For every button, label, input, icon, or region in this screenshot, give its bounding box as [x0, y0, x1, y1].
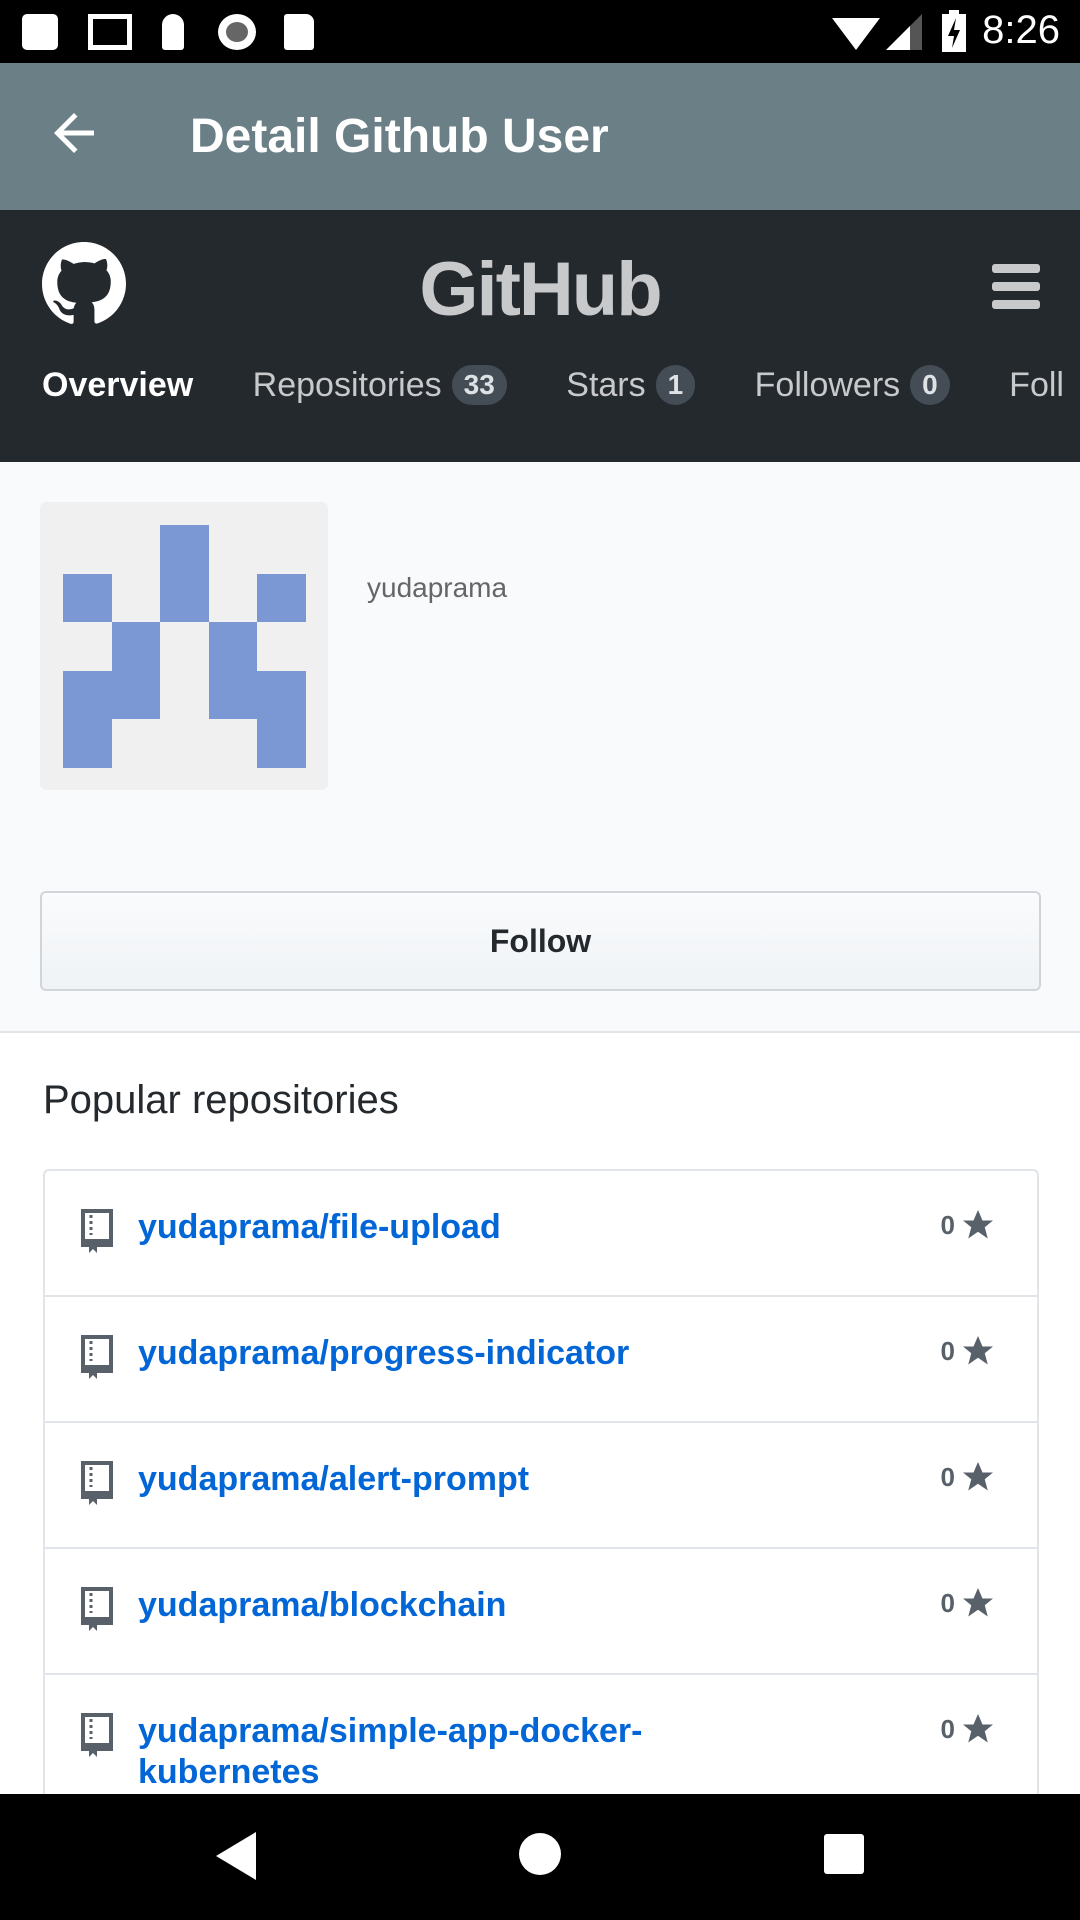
identicon-cell	[63, 719, 112, 768]
status-bar: 8:26	[0, 0, 1080, 63]
tab-repositories[interactable]: Repositories 33	[253, 365, 507, 405]
identicon-cell	[257, 573, 306, 622]
keyhole-icon	[162, 14, 184, 50]
star-count: 0	[941, 1585, 997, 1621]
star-count: 0	[941, 1711, 997, 1747]
identicon-cell	[111, 622, 160, 671]
star-count-value: 0	[940, 1713, 955, 1744]
repo-list: yudaprama/file-upload 0 yudaprama/progre…	[43, 1169, 1039, 1809]
repo-list-item: yudaprama/progress-indicator 0	[45, 1297, 1037, 1423]
repo-icon	[81, 1587, 113, 1631]
sd-card-icon	[284, 14, 314, 50]
profile-tabs: Overview Repositories 33 Stars 1 Followers…	[42, 365, 1080, 405]
repo-list-item: yudaprama/alert-prompt 0	[45, 1423, 1037, 1549]
recents-nav-icon[interactable]	[824, 1834, 864, 1874]
star-icon	[963, 1462, 993, 1491]
star-count-value: 0	[940, 1461, 955, 1492]
github-wordmark: GitHub	[419, 247, 662, 332]
clock: 8:26	[982, 8, 1060, 52]
section-heading: Popular repositories	[43, 1078, 399, 1122]
identicon-cell	[63, 670, 112, 719]
battery-charging-icon	[942, 10, 966, 52]
tab-overview[interactable]: Overview	[42, 366, 193, 405]
tab-following[interactable]: Foll	[1009, 366, 1064, 405]
repo-list-item: yudaprama/blockchain 0	[45, 1549, 1037, 1675]
repo-icon	[81, 1335, 113, 1379]
signal-icon	[886, 14, 922, 50]
count-badge: 0	[910, 365, 950, 405]
page-title: Detail Github User	[190, 110, 609, 163]
profile-section: yudaprama Follow	[0, 462, 1080, 1033]
navigation-bar	[0, 1794, 1080, 1920]
repo-link[interactable]: yudaprama/file-upload	[138, 1207, 758, 1248]
tab-label: Overview	[42, 365, 194, 404]
hamburger-menu-icon[interactable]	[992, 264, 1040, 318]
repo-icon	[81, 1713, 113, 1757]
gmail-icon	[88, 14, 132, 50]
star-count: 0	[941, 1333, 997, 1369]
record-icon	[218, 14, 256, 50]
repo-list-item: yudaprama/simple-app-docker-kubernetes 0	[45, 1675, 1037, 1801]
notification-icon	[22, 14, 58, 50]
tab-followers[interactable]: Followers 0	[755, 365, 950, 405]
repo-link[interactable]: yudaprama/progress-indicator	[138, 1333, 758, 1374]
home-nav-icon[interactable]	[518, 1832, 562, 1876]
star-icon	[963, 1588, 993, 1617]
arrow-back-icon[interactable]	[44, 103, 104, 163]
avatar	[40, 502, 328, 790]
star-count: 0	[941, 1207, 997, 1243]
tab-label: Stars	[566, 365, 646, 404]
count-badge: 33	[451, 365, 507, 405]
repo-link[interactable]: yudaprama/simple-app-docker-kubernetes	[138, 1711, 758, 1793]
identicon-cell	[208, 670, 257, 719]
identicon-cell	[257, 719, 306, 768]
tab-label: Repositories	[252, 365, 442, 404]
star-count-value: 0	[940, 1209, 955, 1240]
repo-icon	[81, 1209, 113, 1253]
identicon-cell	[208, 622, 257, 671]
repo-link[interactable]: yudaprama/alert-prompt	[138, 1459, 758, 1500]
username: yudaprama	[367, 572, 508, 603]
count-badge: 1	[655, 365, 696, 405]
repo-list-item: yudaprama/file-upload 0	[45, 1171, 1037, 1297]
follow-button[interactable]: Follow	[40, 891, 1041, 991]
star-count-value: 0	[940, 1587, 955, 1618]
star-icon	[963, 1714, 993, 1743]
identicon-cell	[257, 670, 306, 719]
identicon-cell	[160, 573, 209, 622]
identicon-cell	[111, 670, 160, 719]
repo-icon	[81, 1461, 113, 1505]
tab-label: Foll	[1009, 365, 1064, 404]
star-count: 0	[941, 1459, 997, 1495]
app-bar: Detail Github User	[0, 63, 1080, 210]
repo-link[interactable]: yudaprama/blockchain	[138, 1585, 758, 1626]
identicon-cell	[63, 573, 112, 622]
star-count-value: 0	[940, 1335, 955, 1366]
star-icon	[963, 1210, 993, 1239]
back-nav-icon[interactable]	[216, 1832, 256, 1880]
identicon-cell	[160, 525, 209, 574]
wifi-icon	[832, 18, 880, 50]
star-icon	[963, 1336, 993, 1365]
tab-label: Followers	[754, 365, 901, 404]
tab-stars[interactable]: Stars 1	[566, 365, 696, 405]
github-header: GitHub Overview Repositories 33 Stars 1 Fo…	[0, 210, 1080, 462]
